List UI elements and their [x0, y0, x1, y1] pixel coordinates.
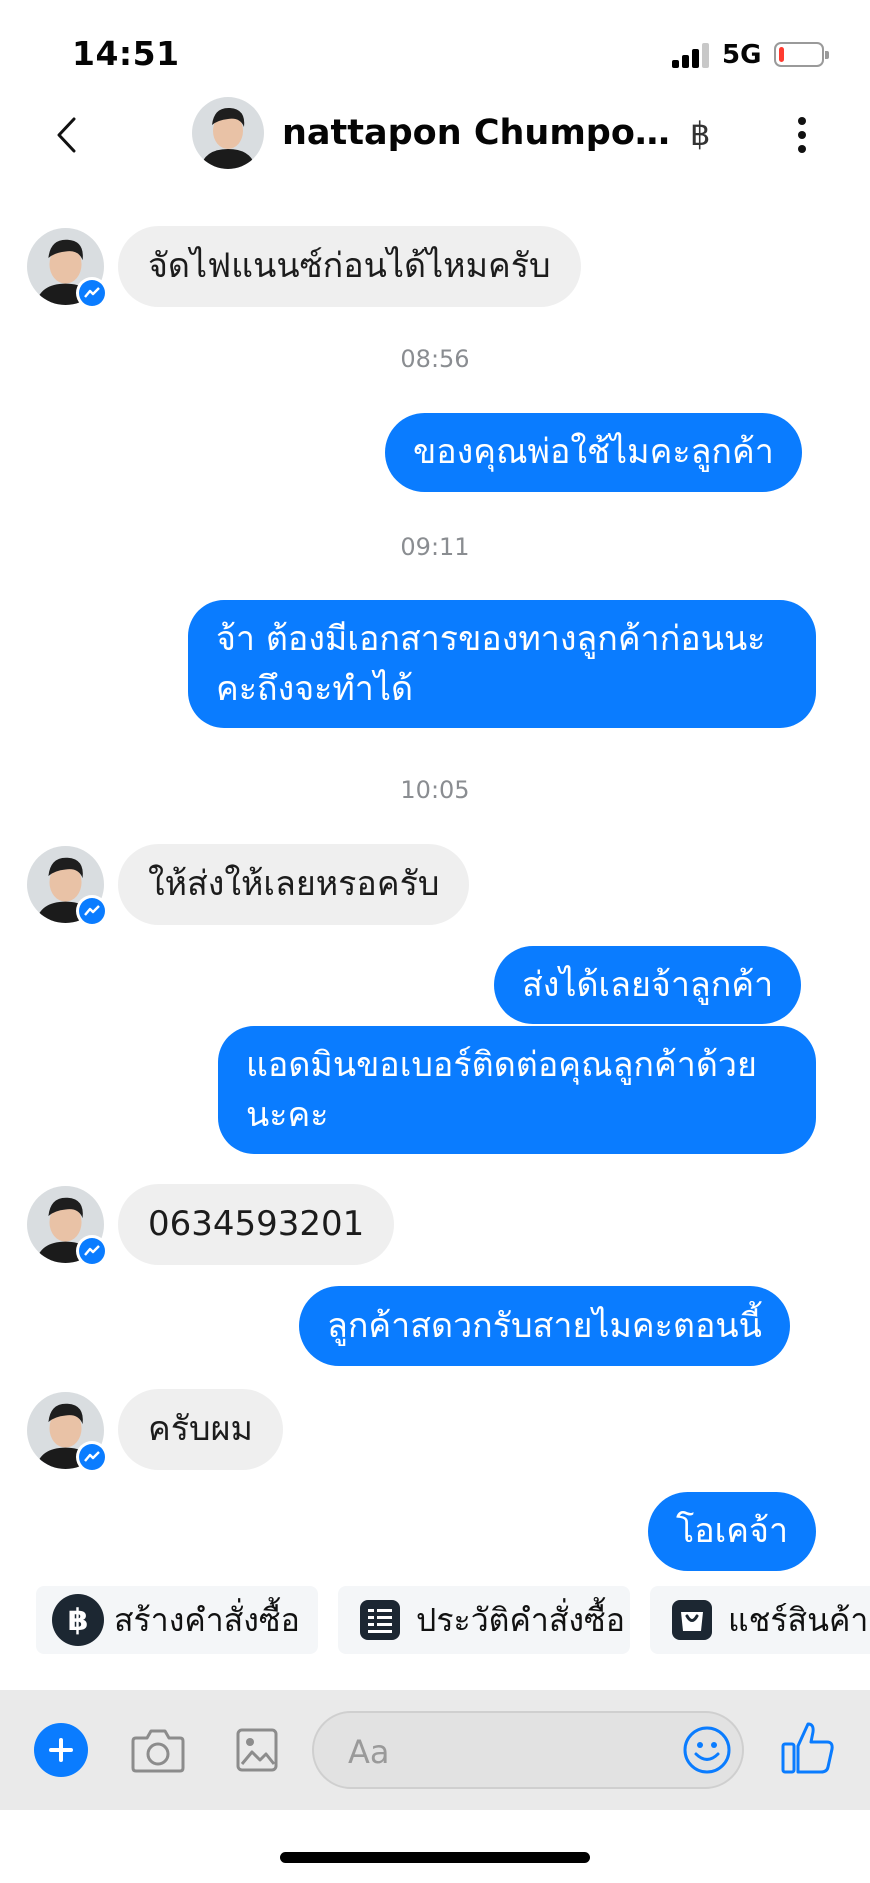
image-icon	[236, 1728, 278, 1772]
messenger-icon	[76, 277, 108, 309]
input-placeholder: Aa	[348, 1733, 390, 1771]
camera-icon	[131, 1729, 185, 1773]
add-button[interactable]	[34, 1723, 88, 1777]
message-bubble-outgoing[interactable]: ส่งได้เลยจ้าลูกค้า	[494, 946, 802, 1024]
svg-text:฿: ฿	[68, 1603, 89, 1638]
status-time: 14:51	[72, 34, 180, 73]
message-bubble-outgoing[interactable]: จ้า ต้องมีเอกสารของทางลูกค้าก่อนนะ คะถึง…	[188, 600, 816, 728]
person-photo-icon	[192, 97, 264, 169]
message-bubble-incoming[interactable]: ครับผม	[118, 1389, 283, 1470]
contact-name[interactable]: nattapon Chumpon...	[282, 113, 682, 153]
battery-icon	[774, 42, 829, 67]
more-dot-icon	[798, 117, 806, 125]
more-dot-icon	[798, 145, 806, 153]
more-dot-icon	[798, 131, 806, 139]
create-order-button[interactable]: ฿ สร้างคำสั่งซื้อ	[36, 1586, 318, 1654]
order-list-icon	[354, 1594, 406, 1646]
message-bubble-outgoing[interactable]: แอดมินขอเบอร์ติดต่อคุณลูกค้าด้วย นะคะ	[218, 1026, 816, 1154]
camera-button[interactable]	[130, 1726, 186, 1774]
message-timestamp: 09:11	[400, 533, 470, 561]
signal-icon	[672, 42, 716, 68]
order-history-label: ประวัติคำสั่งซื้อ	[416, 1600, 625, 1639]
like-button[interactable]	[780, 1718, 836, 1778]
chat-header: nattapon Chumpon... ฿	[0, 95, 870, 175]
back-button[interactable]	[46, 111, 86, 159]
more-options-button[interactable]	[784, 113, 820, 157]
message-bubble-incoming[interactable]: ให้ส่งให้เลยหรอครับ	[118, 844, 470, 925]
message-composer: Aa	[0, 1690, 870, 1810]
share-product-button[interactable]: แชร์สินค้า	[650, 1586, 870, 1654]
message-text: จ้า ต้องมีเอกสารของทางลูกค้าก่อนนะ คะถึง…	[216, 619, 766, 709]
sender-avatar[interactable]	[27, 846, 108, 927]
messenger-icon	[76, 1235, 108, 1267]
sender-avatar[interactable]	[27, 1186, 108, 1267]
messenger-icon	[76, 1441, 108, 1473]
baht-icon[interactable]: ฿	[690, 115, 710, 153]
message-bubble-outgoing[interactable]: ของคุณพ่อใช้ไมคะลูกค้า	[385, 413, 802, 492]
create-order-label: สร้างคำสั่งซื้อ	[114, 1600, 300, 1639]
shopping-bag-icon	[666, 1594, 718, 1646]
quick-actions-bar: ฿ สร้างคำสั่งซื้อ ประวัติคำสั่งซื้อ แชร์…	[0, 1586, 870, 1656]
share-product-label: แชร์สินค้า	[728, 1600, 869, 1639]
network-label: 5G	[722, 40, 762, 70]
message-bubble-incoming[interactable]: 0634593201	[118, 1184, 395, 1265]
messenger-icon	[76, 895, 108, 927]
message-timestamp: 10:05	[400, 776, 470, 804]
thumbs-up-icon	[781, 1722, 834, 1774]
message-bubble-outgoing[interactable]: โอเคจ้า	[648, 1492, 817, 1571]
status-bar: 14:51 5G	[0, 0, 870, 100]
contact-avatar[interactable]	[192, 97, 264, 169]
message-bubble-outgoing[interactable]: ลูกค้าสดวกรับสายไมคะตอนนี้	[299, 1286, 790, 1366]
emoji-button[interactable]	[682, 1725, 732, 1775]
chevron-left-icon	[57, 117, 76, 153]
plus-icon	[49, 1738, 73, 1762]
sender-avatar[interactable]	[27, 228, 108, 309]
order-history-button[interactable]: ประวัติคำสั่งซื้อ	[338, 1586, 630, 1654]
message-bubble-incoming[interactable]: จัดไฟแนนซ์ก่อนได้ไหมครับ	[118, 226, 581, 307]
home-indicator[interactable]	[280, 1852, 590, 1863]
message-timestamp: 08:56	[400, 345, 470, 373]
message-input[interactable]: Aa	[312, 1711, 744, 1789]
smiley-icon	[683, 1726, 731, 1774]
gallery-button[interactable]	[236, 1726, 278, 1774]
sender-avatar[interactable]	[27, 1392, 108, 1473]
message-text: แอดมินขอเบอร์ติดต่อคุณลูกค้าด้วย นะคะ	[246, 1045, 757, 1135]
baht-icon: ฿	[52, 1594, 104, 1646]
